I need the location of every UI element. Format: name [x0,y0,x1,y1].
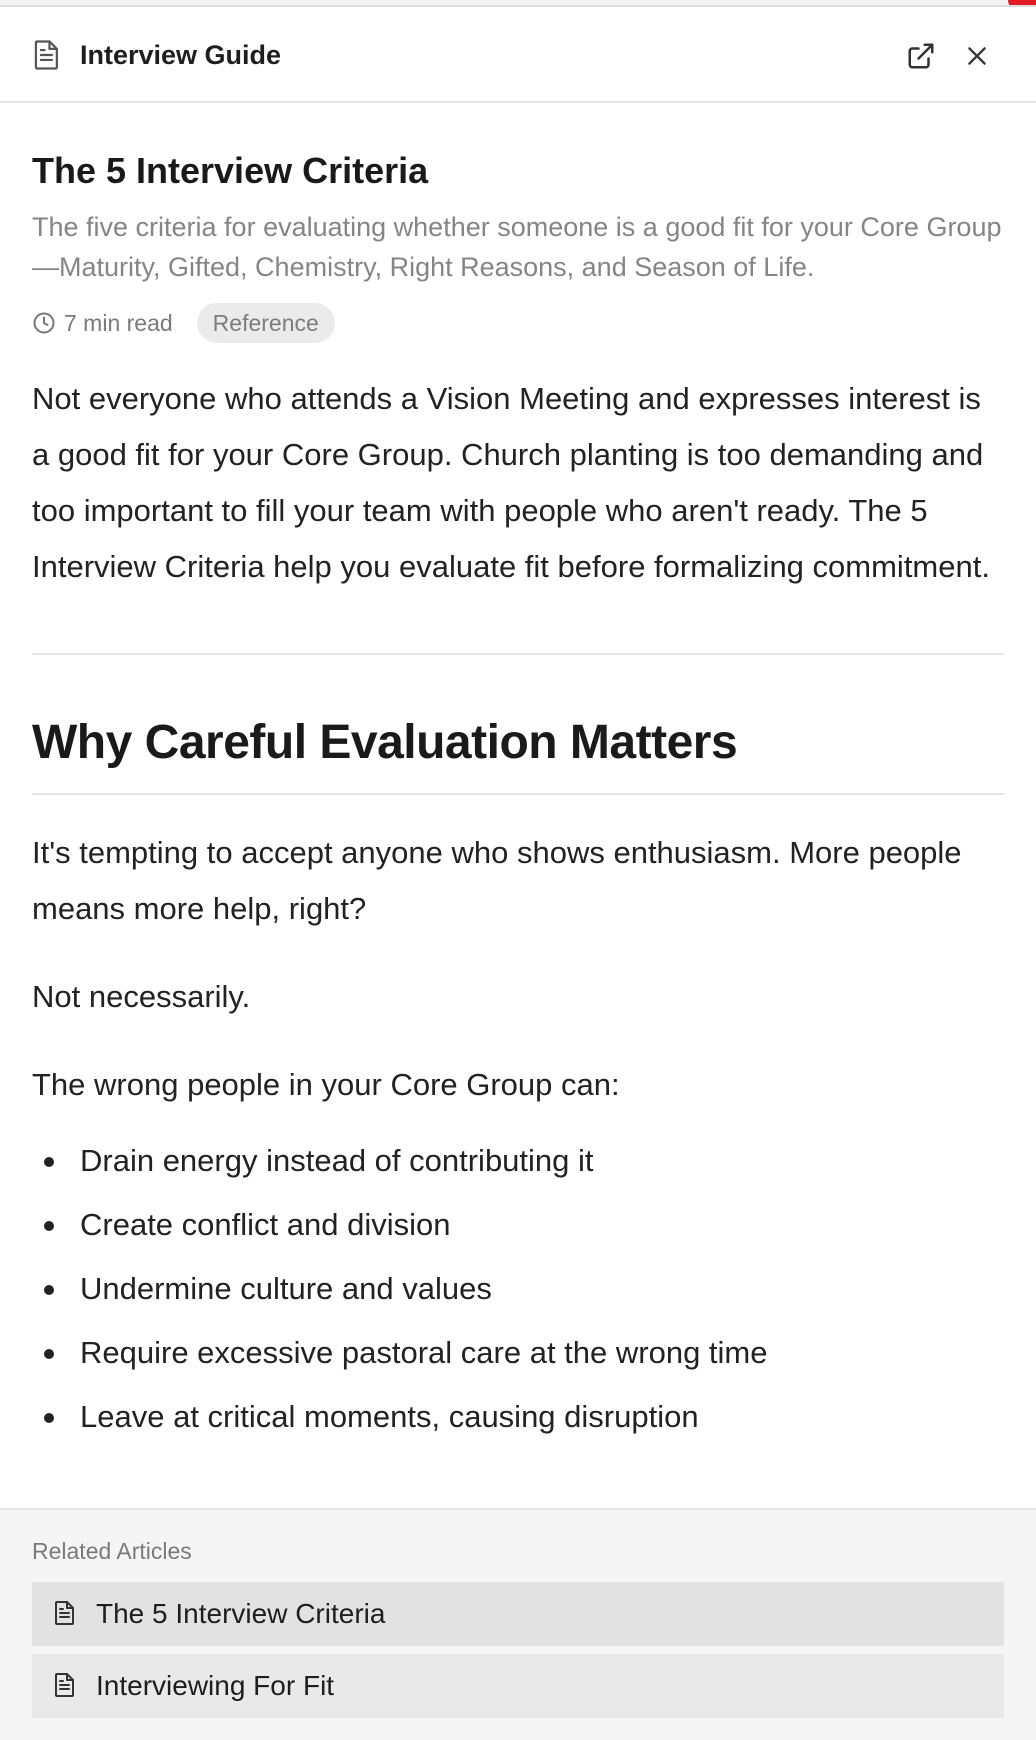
related-article-link[interactable]: Interviewing For Fit [32,1654,1004,1718]
list-item-text: Require excessive pastoral care at the w… [80,1335,768,1370]
bullet-icon [44,1285,54,1295]
list-item: Leave at critical moments, causing disru… [32,1395,1004,1439]
list-item-text: Drain energy instead of contributing it [80,1143,594,1178]
related-article-link[interactable]: The 5 Interview Criteria [32,1582,1004,1646]
category-tag: Reference [196,303,335,343]
section-heading: Why Careful Evaluation Matters [32,716,738,769]
list-item: Drain energy instead of contributing it [32,1139,1004,1183]
panel-header: Interview Guide [0,7,1036,103]
document-icon [34,40,58,70]
article-content[interactable]: The 5 Interview Criteria The five criter… [32,103,1004,1508]
external-link-icon[interactable] [906,41,936,71]
list-item: Create conflict and division [32,1203,1004,1247]
article-title: The 5 Interview Criteria [32,150,429,191]
paragraph: Not necessarily. [32,979,251,1014]
bullet-icon [44,1413,54,1423]
paragraph: The wrong people in your Core Group can: [32,1067,620,1102]
section-divider [32,653,1004,655]
clock-icon [33,312,55,334]
related-articles-label: Related Articles [32,1538,192,1564]
list-item-text: Undermine culture and values [80,1271,492,1306]
article-meta: 7 min read Reference [32,303,1004,343]
heading-underline [32,793,1004,795]
list-item-text: Leave at critical moments, causing disru… [80,1399,699,1434]
risk-list: Drain energy instead of contributing it … [32,1139,1004,1439]
read-time: 7 min read [64,309,173,336]
list-item: Undermine culture and values [32,1267,1004,1311]
bullet-icon [44,1221,54,1231]
document-icon [55,1601,74,1625]
bullet-icon [44,1157,54,1167]
related-article-title: Interviewing For Fit [96,1670,335,1701]
document-icon [55,1673,74,1697]
related-article-title: The 5 Interview Criteria [96,1598,386,1629]
paragraph: It's tempting to accept anyone who shows… [32,835,962,926]
panel-title: Interview Guide [80,40,282,70]
intro-paragraph: Not everyone who attends a Vision Meetin… [32,381,990,584]
list-item-text: Create conflict and division [80,1207,451,1242]
related-articles: Related Articles The 5 Interview Criteri… [0,1508,1036,1740]
interview-guide-panel: Interview Guide The 5 Interview Criteria… [0,5,1036,1740]
list-item: Require excessive pastoral care at the w… [32,1331,1004,1375]
bullet-icon [44,1349,54,1359]
article-summary: The five criteria for evaluating whether… [32,212,1002,282]
close-icon[interactable] [964,43,990,69]
